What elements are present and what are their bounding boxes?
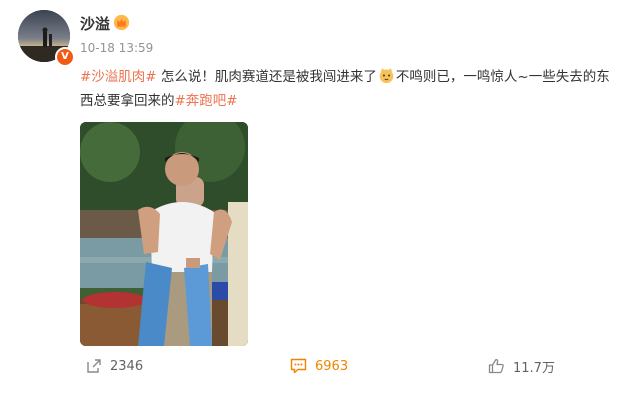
comment-button[interactable]: 6963 — [290, 356, 348, 376]
thumbs-up-icon — [488, 358, 504, 374]
post-timestamp[interactable]: 10-18 13:59 — [80, 41, 153, 55]
crown-icon[interactable] — [113, 14, 130, 31]
verified-badge: V — [55, 47, 75, 67]
like-count: 11.7万 — [513, 360, 555, 376]
share-button[interactable]: 2346 — [86, 356, 143, 376]
share-count: 2346 — [110, 358, 144, 374]
user-name[interactable]: 沙溢 — [80, 13, 110, 34]
share-icon — [87, 359, 101, 373]
post-image[interactable] — [80, 122, 248, 346]
hashtag-link[interactable]: #奔跑吧# — [175, 93, 238, 109]
comment-count: 6963 — [315, 358, 349, 374]
post-text: #沙溢肌肉# 怎么说！肌肉赛道还是被我闯进来了 不鸣则已，一鸣惊人~一些失去的东… — [80, 65, 620, 113]
like-button[interactable]: 11.7万 — [488, 356, 555, 376]
weibo-post-card: V 沙溢 10-18 13:59 #沙溢肌肉# 怎么说！肌肉赛道还是被我闯进来了… — [0, 0, 632, 393]
cat-emoji-icon — [379, 68, 394, 84]
hashtag-link[interactable]: #沙溢肌肉# — [80, 69, 157, 85]
post-text-segment: 怎么说！肌肉赛道还是被我闯进来了 — [156, 69, 377, 85]
comment-icon — [290, 358, 307, 374]
post-photo-illustration — [80, 122, 248, 346]
